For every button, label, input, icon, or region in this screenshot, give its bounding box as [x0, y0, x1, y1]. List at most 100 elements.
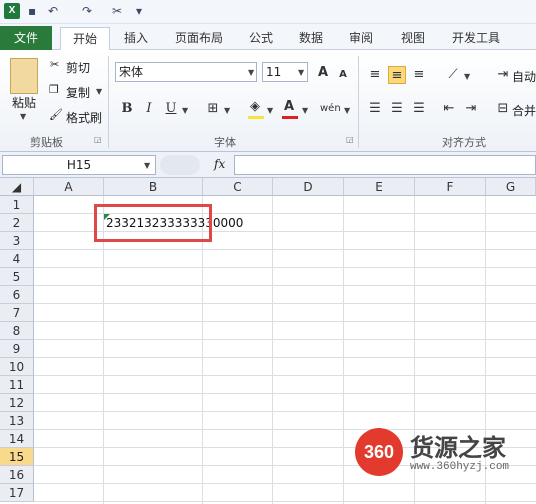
wrap-text-icon[interactable]: ⇥ [494, 66, 512, 84]
fill-color-dropdown-icon[interactable]: ▼ [267, 106, 273, 115]
tools-icon[interactable]: ✂ [112, 3, 122, 19]
wrap-text-button[interactable]: 自动 [512, 68, 536, 85]
underline-button[interactable]: U [162, 100, 180, 118]
row-header[interactable]: 10 [0, 358, 34, 376]
formula-divider-handle[interactable] [160, 155, 200, 175]
name-box[interactable]: H15 [2, 155, 156, 175]
column-header[interactable]: F [415, 178, 486, 196]
highlight-box [94, 204, 212, 242]
watermark-title: 货源之家 [410, 434, 506, 462]
align-middle-icon[interactable]: ≡ [388, 66, 406, 84]
row-header[interactable]: 12 [0, 394, 34, 412]
paste-button[interactable]: 粘贴 [12, 94, 36, 111]
tab-home[interactable]: 开始 [60, 27, 110, 50]
copy-icon[interactable]: ❐ [49, 83, 59, 96]
column-header[interactable]: C [203, 178, 273, 196]
gridline [202, 196, 203, 504]
column-header[interactable]: E [344, 178, 415, 196]
ribbon-tabs: 文件 开始 插入 页面布局 公式 数据 审阅 视图 开发工具 [0, 24, 536, 50]
shrink-font-icon[interactable]: A [334, 66, 352, 84]
font-color-icon[interactable]: A [280, 98, 298, 116]
font-name-box[interactable]: 宋体 [115, 62, 257, 82]
phonetic-icon[interactable]: wén [320, 100, 341, 118]
cut-icon[interactable]: ✂ [50, 58, 59, 71]
row-header-active[interactable]: 15 [0, 448, 34, 466]
font-name-dropdown-icon[interactable]: ▼ [248, 68, 254, 77]
row-header[interactable]: 4 [0, 250, 34, 268]
row-header[interactable]: 2 [0, 214, 34, 232]
row-header[interactable]: 6 [0, 286, 34, 304]
tab-formulas[interactable]: 公式 [242, 27, 280, 50]
orientation-icon[interactable]: ⟋ [444, 66, 462, 84]
tab-file[interactable]: 文件 [0, 26, 52, 50]
align-right-icon[interactable]: ☰ [410, 100, 428, 118]
font-color-dropdown-icon[interactable]: ▼ [302, 106, 308, 115]
name-box-dropdown-icon[interactable]: ▼ [144, 161, 150, 170]
format-painter-icon[interactable]: 🖌 [49, 108, 63, 121]
redo-icon[interactable]: ↷ [82, 3, 92, 19]
row-header[interactable]: 1 [0, 196, 34, 214]
gridline [34, 249, 536, 250]
merge-center-button[interactable]: 合并 [512, 102, 536, 119]
underline-dropdown-icon[interactable]: ▼ [182, 106, 188, 115]
insert-function-icon[interactable]: fx [214, 157, 225, 171]
row-header[interactable]: 11 [0, 376, 34, 394]
cut-button[interactable]: 剪切 [66, 59, 90, 76]
tab-insert[interactable]: 插入 [116, 27, 156, 50]
gridline [34, 339, 536, 340]
tab-review[interactable]: 审阅 [342, 27, 380, 50]
align-bottom-icon[interactable]: ≡ [410, 66, 428, 84]
row-header[interactable]: 7 [0, 304, 34, 322]
paste-dropdown-icon[interactable]: ▼ [20, 112, 26, 121]
row-header[interactable]: 16 [0, 466, 34, 484]
align-left-icon[interactable]: ☰ [366, 100, 384, 118]
align-center-icon[interactable]: ☰ [388, 100, 406, 118]
align-top-icon[interactable]: ≡ [366, 66, 384, 84]
group-separator [108, 56, 109, 148]
copy-button[interactable]: 复制 [66, 84, 90, 101]
borders-dropdown-icon[interactable]: ▼ [224, 106, 230, 115]
watermark-url: www.360hyzj.com [410, 461, 510, 473]
customize-qat-icon[interactable]: ▾ [136, 3, 142, 19]
row-header[interactable]: 14 [0, 430, 34, 448]
column-header[interactable]: D [273, 178, 344, 196]
column-header[interactable]: G [486, 178, 536, 196]
undo-icon[interactable]: ↶ [48, 3, 58, 19]
row-header[interactable]: 5 [0, 268, 34, 286]
row-header[interactable]: 9 [0, 340, 34, 358]
row-header[interactable]: 13 [0, 412, 34, 430]
row-header[interactable]: 17 [0, 484, 34, 502]
row-header[interactable]: 3 [0, 232, 34, 250]
tab-view[interactable]: 视图 [394, 27, 432, 50]
quick-access-toolbar: X ▪ ↶ ↷ ✂ ▾ [0, 0, 536, 24]
tab-data[interactable]: 数据 [292, 27, 330, 50]
clipboard-launcher-icon[interactable]: ◲ [94, 135, 102, 144]
save-icon[interactable]: ▪ [28, 3, 36, 19]
phonetic-dropdown-icon[interactable]: ▼ [344, 106, 350, 115]
clipboard-group-label: 剪贴板 [30, 136, 63, 149]
row-header[interactable]: 8 [0, 322, 34, 340]
borders-icon[interactable]: ⊞ [204, 100, 222, 118]
merge-center-icon[interactable]: ⊟ [494, 100, 512, 118]
bold-button[interactable]: B [118, 100, 136, 118]
increase-indent-icon[interactable]: ⇥ [462, 100, 480, 118]
orientation-dropdown-icon[interactable]: ▼ [464, 72, 470, 81]
fill-color-icon[interactable]: ◈ [246, 98, 264, 116]
formula-input[interactable] [234, 155, 536, 175]
font-color-swatch [282, 116, 298, 119]
copy-dropdown-icon[interactable]: ▼ [96, 87, 102, 96]
italic-button[interactable]: I [140, 100, 158, 118]
paste-icon[interactable] [10, 58, 38, 94]
grow-font-icon[interactable]: A [314, 64, 332, 82]
format-painter-button[interactable]: 格式刷 [66, 109, 102, 126]
tab-developer[interactable]: 开发工具 [446, 27, 506, 50]
alignment-group-label: 对齐方式 [442, 136, 486, 149]
font-size-dropdown-icon[interactable]: ▼ [298, 68, 304, 77]
font-launcher-icon[interactable]: ◲ [346, 135, 354, 144]
select-all-corner[interactable]: ◢ [0, 178, 34, 196]
column-header[interactable]: A [34, 178, 104, 196]
tab-page-layout[interactable]: 页面布局 [166, 27, 232, 50]
column-header[interactable]: B [104, 178, 203, 196]
decrease-indent-icon[interactable]: ⇤ [440, 100, 458, 118]
group-separator [358, 56, 359, 148]
